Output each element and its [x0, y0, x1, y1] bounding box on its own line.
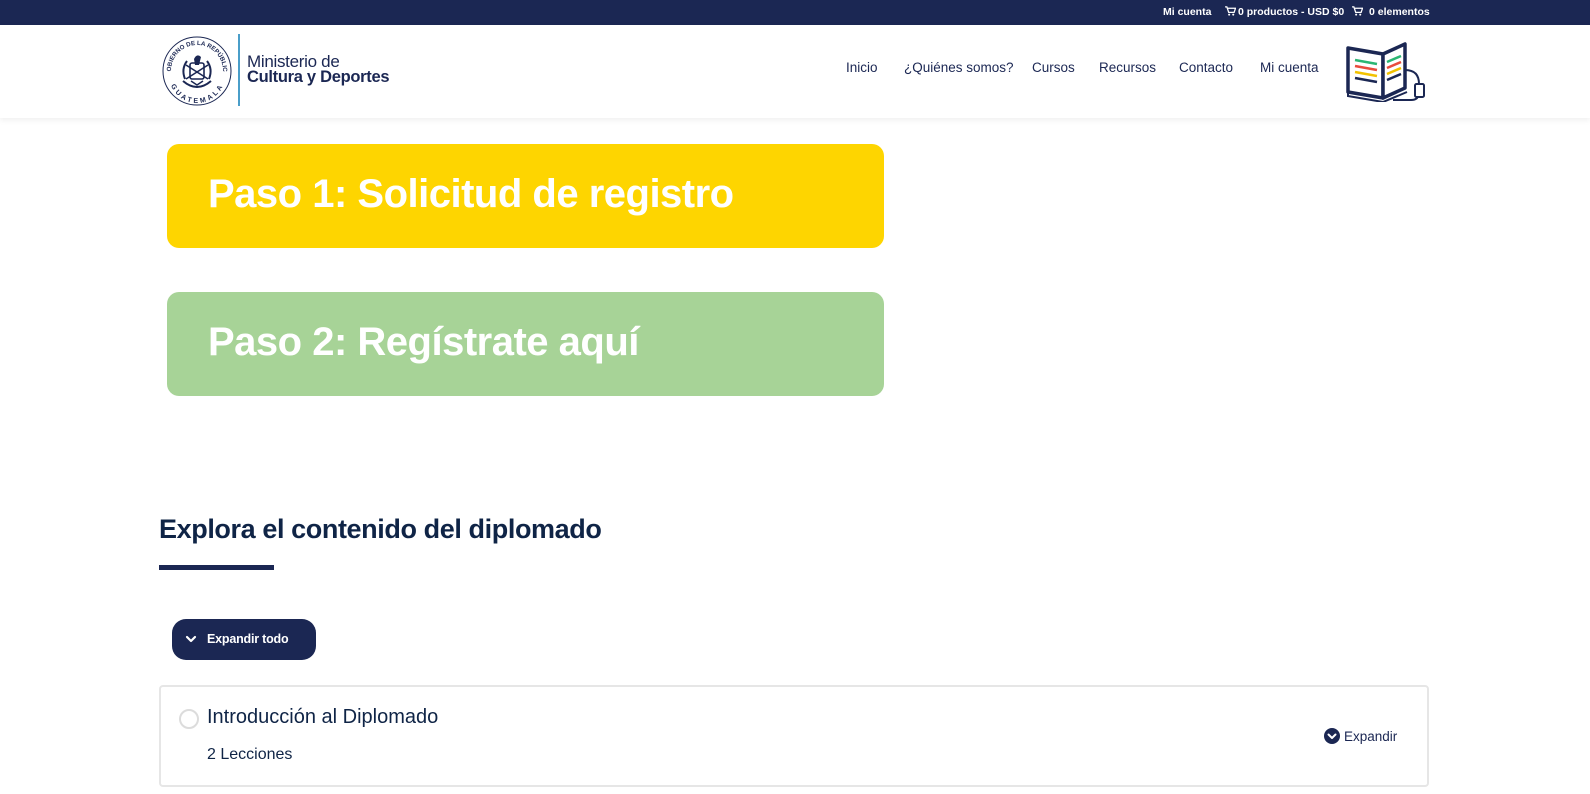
top-cart-summary-link[interactable]: 0 productos - USD $0: [1225, 0, 1344, 25]
course-section-card: Introducción al Diplomado 2 Lecciones Ex…: [159, 685, 1429, 787]
nav-contacto[interactable]: Contacto: [1179, 60, 1233, 75]
seal-graphic: GOBIERNO DE LA REPÚBLICA GUATEMALA: [159, 30, 232, 106]
book-graphic: [1346, 42, 1425, 104]
nav-inicio[interactable]: Inicio: [846, 60, 878, 75]
top-cart-items-link[interactable]: 0 elementos: [1352, 0, 1430, 25]
nav-quienes-somos[interactable]: ¿Quiénes somos?: [904, 60, 1014, 75]
expand-all-button[interactable]: Expandir todo: [172, 619, 316, 660]
top-bar: Mi cuenta 0 productos - USD $0 0 element…: [0, 0, 1590, 25]
step-1-registration-request-button[interactable]: Paso 1: Solicitud de registro: [167, 144, 884, 248]
section-expand-label: Expandir: [1344, 729, 1398, 744]
step-2-register-here-button[interactable]: Paso 2: Regístrate aquí: [167, 292, 884, 396]
expand-all-label: Expandir todo: [207, 632, 289, 646]
chevron-circle-down-icon: [1324, 728, 1340, 744]
nav-cursos[interactable]: Cursos: [1032, 60, 1075, 75]
digital-book-icon[interactable]: [1345, 40, 1427, 104]
nav-mi-cuenta[interactable]: Mi cuenta: [1260, 60, 1319, 75]
cart-products-label: 0 productos - USD $0: [1238, 6, 1345, 18]
section-status-circle-icon: [179, 709, 199, 729]
chevron-down-icon: [185, 635, 197, 643]
step-2-label: Paso 2: Regístrate aquí: [208, 320, 639, 364]
logo-line-2: Cultura y Deportes: [247, 68, 390, 86]
heading-underline: [159, 565, 274, 570]
section-expand-button[interactable]: Expandir: [1324, 728, 1397, 746]
cart-icon: [1352, 6, 1363, 16]
step-1-label: Paso 1: Solicitud de registro: [208, 172, 734, 216]
logo-divider: [238, 34, 240, 106]
cart-icon: [1225, 6, 1236, 16]
section-title[interactable]: Introducción al Diplomado: [207, 706, 438, 729]
section-heading: Explora el contenido del diplomado: [159, 514, 602, 544]
top-account-link[interactable]: Mi cuenta: [1163, 0, 1211, 25]
cart-items-label: 0 elementos: [1369, 6, 1430, 18]
nav-recursos[interactable]: Recursos: [1099, 60, 1156, 75]
guatemala-seal-logo[interactable]: GOBIERNO DE LA REPÚBLICA GUATEMALA: [159, 30, 233, 107]
site-header: GOBIERNO DE LA REPÚBLICA GUATEMALA Minis…: [0, 25, 1590, 118]
section-lesson-count: 2 Lecciones: [207, 746, 293, 763]
